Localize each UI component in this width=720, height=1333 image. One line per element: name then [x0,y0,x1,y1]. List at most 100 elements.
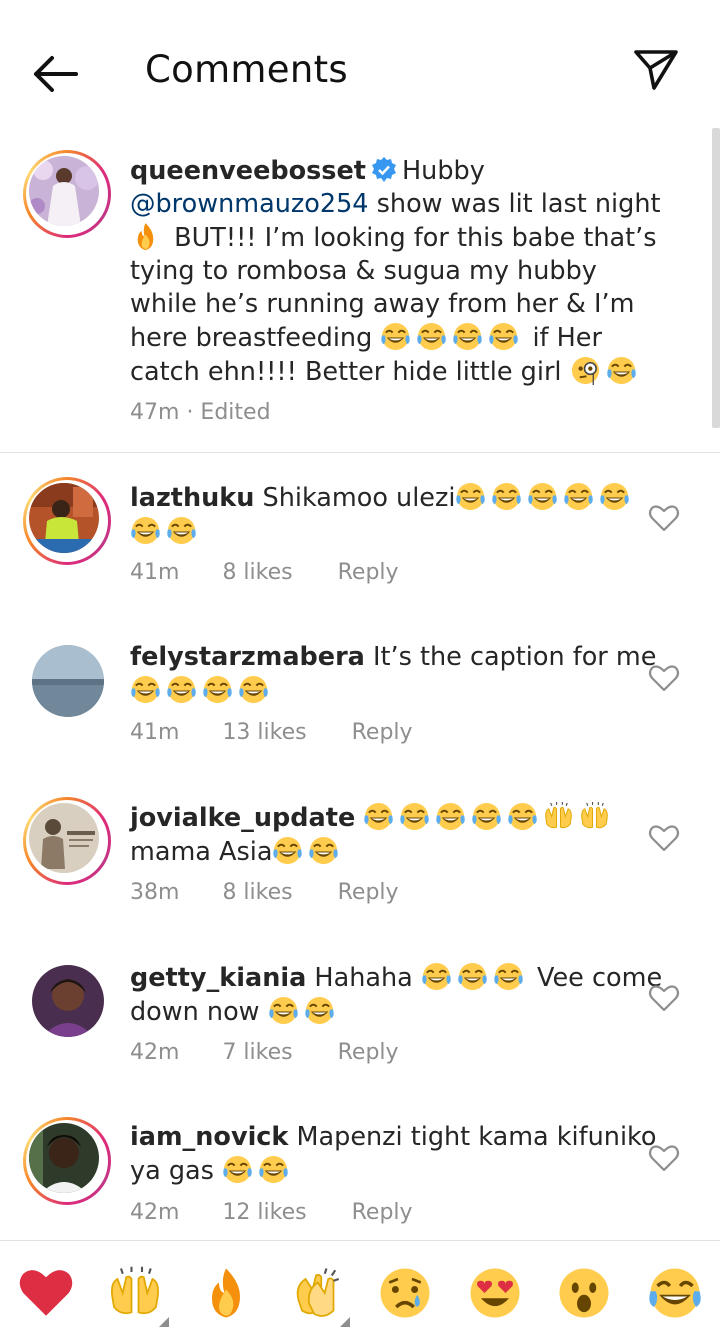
laughing-emoji-icon [563,481,594,512]
comment-text: felystarzmabera It’s the caption for me [130,641,670,708]
reply-button[interactable]: Reply [338,1040,399,1065]
caption-meta: 47m · Edited [130,400,271,425]
caption-time: 47m [130,400,180,425]
laughing-emoji-icon [435,801,466,832]
laughing-emoji-icon [238,674,269,705]
comment-username[interactable]: lazthuku [130,483,254,513]
caption-text-part: show was lit last night [376,189,661,219]
like-heart-icon[interactable] [648,1143,680,1173]
avatar[interactable] [32,965,104,1037]
clapping-hands-reaction-icon[interactable] [288,1265,350,1327]
caption-username[interactable]: queenveebosset [130,156,366,186]
laughing-emoji-icon [268,995,299,1026]
caption-mention-link[interactable]: @brownmauzo254 [130,189,369,219]
avatar[interactable] [23,797,111,885]
comment-username[interactable]: getty_kiania [130,963,306,993]
laughing-emoji-icon [166,515,197,546]
comment-username[interactable]: felystarzmabera [130,642,365,672]
page-title: Comments [145,48,348,91]
comment-body: Hahaha [314,963,413,993]
laughing-emoji-icon [471,801,502,832]
laughing-emoji-icon [258,1154,289,1185]
caption-text-part: Hubby [401,156,485,186]
comment-body: mama Asia [130,837,273,867]
comment-meta: 41m 8 likes Reply [130,560,399,585]
heart-reaction-icon[interactable] [18,1265,74,1321]
laughing-emoji-icon [202,674,233,705]
laughing-emoji-icon [166,674,197,705]
caption-text: queenveebosset Hubby @brownmauzo254 show … [130,155,670,389]
likes-count[interactable]: 7 likes [222,1040,292,1065]
comment-body: It’s the caption for me [372,642,657,672]
like-heart-icon[interactable] [648,983,680,1013]
laughing-emoji-icon [304,995,335,1026]
laughing-emoji-icon [380,321,411,352]
laughing-emoji-icon [421,961,452,992]
laughing-emoji-icon [599,481,630,512]
laughing-emoji-icon [493,961,524,992]
avatar[interactable] [23,477,111,565]
laughing-emoji-icon [457,961,488,992]
laughing-emoji-icon [130,674,161,705]
laughing-emoji-icon [308,835,339,866]
raising-hands-emoji-icon [579,801,610,832]
comment-time: 38m [130,880,180,905]
comment-item: lazthuku Shikamoo ulezi 41m 8 likes Repl… [0,465,720,625]
comment-text: lazthuku Shikamoo ulezi [130,481,670,549]
comment-text: jovialke_update mama Asia [130,801,670,869]
avatar[interactable] [23,150,111,238]
reply-button[interactable]: Reply [352,1200,413,1225]
avatar[interactable] [23,1117,111,1205]
fire-emoji-icon [130,221,161,252]
comment-text: getty_kiania Hahaha Vee come down now [130,961,670,1029]
like-heart-icon[interactable] [648,503,680,533]
likes-count[interactable]: 13 likes [222,720,306,745]
reply-button[interactable]: Reply [338,560,399,585]
edited-label: · Edited [186,400,271,425]
laughing-emoji-icon [452,321,483,352]
monocle-emoji-icon [570,355,601,386]
comment-time: 42m [130,1200,180,1225]
likes-count[interactable]: 8 likes [222,560,292,585]
laughing-emoji-icon [507,801,538,832]
comment-time: 41m [130,720,180,745]
raising-hands-emoji-icon [543,801,574,832]
comment-username[interactable]: iam_novick [130,1122,288,1152]
comment-body: Shikamoo ulezi [262,483,456,513]
like-heart-icon[interactable] [648,663,680,693]
fire-reaction-icon[interactable] [198,1265,254,1321]
reply-button[interactable]: Reply [352,720,413,745]
crying-face-reaction-icon[interactable] [377,1265,433,1321]
comment-username[interactable]: jovialke_update [130,803,355,833]
back-arrow-icon[interactable] [28,52,84,96]
laughing-emoji-icon [363,801,394,832]
laughing-emoji-icon [416,321,447,352]
comment-item: getty_kiania Hahaha Vee come down now 42… [0,945,720,1105]
heart-eyes-face-reaction-icon[interactable] [467,1265,523,1321]
direct-share-icon[interactable] [630,46,682,94]
raising-hands-reaction-icon[interactable] [107,1265,169,1327]
comment-text: iam_novick Mapenzi tight kama kifuniko y… [130,1121,670,1188]
likes-count[interactable]: 8 likes [222,880,292,905]
laughing-emoji-icon [455,481,486,512]
laughing-emoji-icon [399,801,430,832]
comment-meta: 42m 12 likes Reply [130,1200,413,1225]
reply-button[interactable]: Reply [338,880,399,905]
comment-item: jovialke_update mama Asia 38m 8 likes Re… [0,785,720,945]
comment-time: 41m [130,560,180,585]
header-bar: Comments [0,0,720,140]
comment-time: 42m [130,1040,180,1065]
surprised-face-reaction-icon[interactable] [556,1265,612,1321]
laughing-emoji-icon [488,321,519,352]
laughing-emoji-icon [130,515,161,546]
laughing-emoji-icon [606,355,637,386]
avatar[interactable] [32,645,104,717]
tears-of-joy-reaction-icon[interactable] [647,1265,703,1321]
quick-reaction-bar [0,1240,720,1333]
likes-count[interactable]: 12 likes [222,1200,306,1225]
post-caption: queenveebosset Hubby @brownmauzo254 show … [0,140,720,453]
laughing-emoji-icon [272,835,303,866]
comment-item: felystarzmabera It’s the caption for me … [0,625,720,785]
like-heart-icon[interactable] [648,823,680,853]
comment-meta: 41m 13 likes Reply [130,720,413,745]
